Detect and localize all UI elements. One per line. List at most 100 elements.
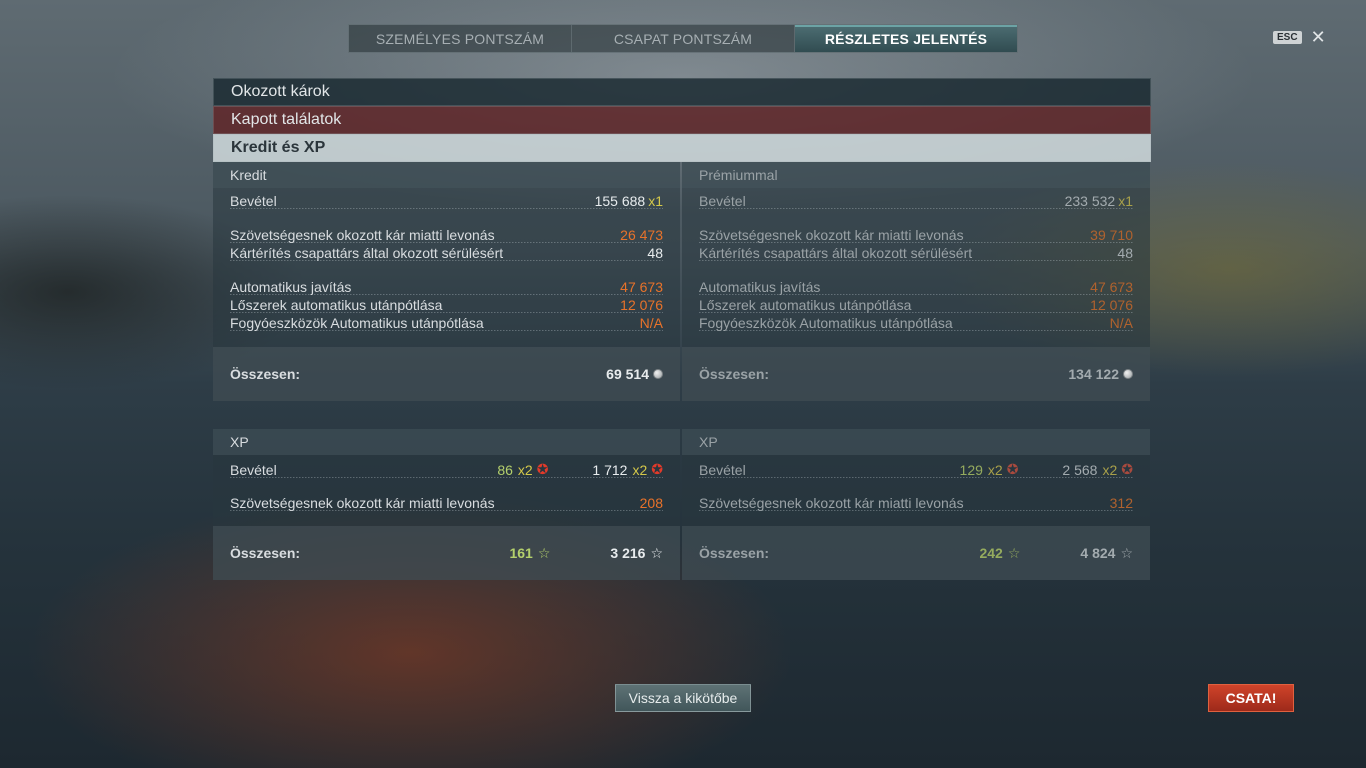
ship-xp-multiplier: x2 (632, 461, 648, 478)
esc-key-hint: ESC (1273, 30, 1302, 44)
auto-repair-row: Automatikus javítás 47 673 (230, 277, 663, 295)
ally-damage-value: 39 710 (1090, 227, 1133, 243)
credit-header: Kredit (213, 162, 680, 188)
income-label: Bevétel (699, 462, 746, 478)
commander-xp-total: 161 (509, 545, 533, 561)
commander-xp-multiplier: x2 (987, 461, 1003, 478)
ship-xp-multiplier: x2 (1102, 461, 1118, 478)
credits-coin-icon (653, 369, 663, 379)
xp-panel: XP Bevétel 86 x2 ✪ 1 712 x2 ✪ Szövetsége… (213, 429, 680, 580)
auto-repair-label: Automatikus javítás (699, 279, 821, 295)
consumables-row: Fogyóeszközök Automatikus utánpótlása N/… (699, 313, 1133, 331)
income-label: Bevétel (230, 462, 277, 478)
credits-coin-icon (1123, 369, 1133, 379)
ally-damage-value: 208 (639, 495, 663, 511)
compensation-row: Kártérítés csapattárs által okozott sérü… (230, 243, 663, 261)
income-label: Bevétel (699, 193, 746, 209)
close-button[interactable]: ESC ✕ (1273, 28, 1326, 46)
total-value: 134 122 (1068, 366, 1119, 382)
consumables-label: Fogyóeszközök Automatikus utánpótlása (230, 315, 484, 331)
xp-total-row: Összesen: 161 ☆ 3 216 ☆ (213, 526, 680, 580)
total-label: Összesen: (699, 545, 770, 561)
ally-damage-label: Szövetségesnek okozott kár miatti levoná… (230, 495, 495, 511)
auto-repair-value: 47 673 (620, 279, 663, 295)
premium-xp-panel: XP Bevétel 129 x2 ✪ 2 568 x2 ✪ Szövetség… (682, 429, 1150, 580)
total-label: Összesen: (230, 366, 301, 382)
ship-xp-star-icon: ✪ (651, 461, 663, 477)
commander-xp-multiplier: x2 (517, 461, 533, 478)
consumables-value: N/A (639, 315, 663, 331)
auto-repair-value: 47 673 (1090, 279, 1133, 295)
premium-credit-header: Prémiummal (682, 162, 1150, 188)
consumables-row: Fogyóeszközök Automatikus utánpótlása N/… (230, 313, 663, 331)
ally-damage-row: Szövetségesnek okozott kár miatti levoná… (699, 225, 1133, 243)
ship-xp-total: 4 824 (1080, 545, 1116, 561)
xp-header: XP (213, 429, 680, 455)
ammo-row: Lőszerek automatikus utánpótlása 12 076 (699, 295, 1133, 313)
ship-xp-total: 3 216 (610, 545, 646, 561)
ammo-label: Lőszerek automatikus utánpótlása (230, 297, 443, 313)
commander-xp-icon: ☆ (537, 544, 551, 561)
credit-panel: Kredit Bevétel 155 688 x1 Szövetségesnek… (213, 162, 680, 401)
ship-xp-value: 2 568 (1062, 461, 1098, 478)
premium-xp-total-row: Összesen: 242 ☆ 4 824 ☆ (682, 526, 1150, 580)
income-multiplier: x1 (1118, 193, 1133, 209)
section-hits-received[interactable]: Kapott találatok (213, 106, 1151, 134)
section-credits-xp[interactable]: Kredit és XP (213, 134, 1151, 162)
ship-xp-icon: ☆ (650, 544, 663, 561)
premium-credit-panel: Prémiummal Bevétel 233 532 x1 Szövetsége… (682, 162, 1150, 401)
consumables-label: Fogyóeszközök Automatikus utánpótlása (699, 315, 953, 331)
total-label: Összesen: (230, 545, 301, 561)
section-damage-dealt[interactable]: Okozott károk (213, 78, 1151, 106)
premium-credit-total-row: Összesen: 134 122 (682, 347, 1150, 401)
total-value: 69 514 (606, 366, 649, 382)
tab-detailed-report[interactable]: RÉSZLETES JELENTÉS (795, 25, 1017, 52)
income-value: 155 688 (594, 193, 646, 209)
ammo-row: Lőszerek automatikus utánpótlása 12 076 (230, 295, 663, 313)
commander-xp-icon: ☆ (1007, 544, 1021, 561)
income-value: 233 532 (1064, 193, 1116, 209)
ammo-value: 12 076 (620, 297, 663, 313)
xp-income-row: Bevétel 86 x2 ✪ 1 712 x2 ✪ (230, 458, 663, 478)
premium-xp-header: XP (682, 429, 1150, 455)
ship-xp-star-icon: ✪ (1121, 461, 1133, 477)
tab-team-score[interactable]: CSAPAT PONTSZÁM (572, 25, 795, 52)
ally-damage-label: Szövetségesnek okozott kár miatti levoná… (230, 227, 495, 243)
ally-damage-value: 26 473 (620, 227, 663, 243)
ship-xp-value: 1 712 (592, 461, 628, 478)
commander-xp-value: 129 (959, 461, 983, 478)
commander-xp-star-icon: ✪ (1006, 461, 1019, 477)
income-label: Bevétel (230, 193, 277, 209)
commander-xp-value: 86 (497, 461, 513, 478)
credit-total-row: Összesen: 69 514 (213, 347, 680, 401)
compensation-row: Kártérítés csapattárs által okozott sérü… (699, 243, 1133, 261)
credit-income-row: Bevétel 155 688 x1 (230, 191, 663, 209)
auto-repair-label: Automatikus javítás (230, 279, 352, 295)
credit-income-row: Bevétel 233 532 x1 (699, 191, 1133, 209)
total-label: Összesen: (699, 366, 770, 382)
compensation-label: Kártérítés csapattárs által okozott sérü… (230, 245, 504, 261)
xp-income-row: Bevétel 129 x2 ✪ 2 568 x2 ✪ (699, 458, 1133, 478)
compensation-value: 48 (1117, 245, 1133, 261)
xp-ally-damage-row: Szövetségesnek okozott kár miatti levoná… (230, 493, 663, 511)
ally-damage-row: Szövetségesnek okozott kár miatti levoná… (230, 225, 663, 243)
ship-xp-icon: ☆ (1120, 544, 1133, 561)
battle-button[interactable]: CSATA! (1208, 684, 1294, 712)
tab-personal-score[interactable]: SZEMÉLYES PONTSZÁM (349, 25, 572, 52)
ammo-value: 12 076 (1090, 297, 1133, 313)
income-multiplier: x1 (648, 193, 663, 209)
ammo-label: Lőszerek automatikus utánpótlása (699, 297, 912, 313)
compensation-label: Kártérítés csapattárs által okozott sérü… (699, 245, 973, 261)
compensation-value: 48 (647, 245, 663, 261)
ally-damage-value: 312 (1109, 495, 1133, 511)
auto-repair-row: Automatikus javítás 47 673 (699, 277, 1133, 295)
commander-xp-total: 242 (979, 545, 1003, 561)
xp-ally-damage-row: Szövetségesnek okozott kár miatti levoná… (699, 493, 1133, 511)
commander-xp-star-icon: ✪ (536, 461, 549, 477)
close-icon[interactable]: ✕ (1311, 28, 1326, 46)
report-tabs: SZEMÉLYES PONTSZÁM CSAPAT PONTSZÁM RÉSZL… (348, 24, 1018, 53)
ally-damage-label: Szövetségesnek okozott kár miatti levoná… (699, 227, 964, 243)
consumables-value: N/A (1109, 315, 1133, 331)
ally-damage-label: Szövetségesnek okozott kár miatti levoná… (699, 495, 964, 511)
back-to-port-button[interactable]: Vissza a kikötőbe (615, 684, 751, 712)
